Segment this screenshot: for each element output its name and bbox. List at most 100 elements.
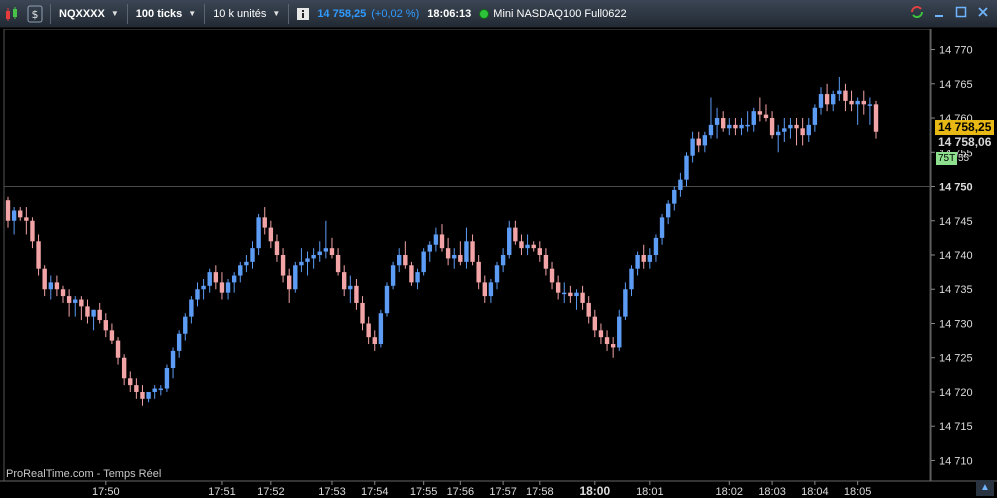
y-tick-label: 14 720	[939, 387, 973, 399]
candlestick-chart[interactable]: 14 77014 76514 76014 75514 75014 74514 7…	[0, 29, 997, 498]
x-tick-label: 17:56	[447, 486, 475, 498]
candle-body	[97, 309, 102, 321]
y-tick-label: 14 730	[939, 318, 973, 330]
candle-body	[109, 330, 115, 341]
candle-body	[66, 296, 72, 303]
candle-body	[103, 320, 109, 331]
candle-body	[445, 248, 451, 259]
candle-body	[354, 285, 359, 303]
units-dropdown[interactable]: 10 k unités ▼	[209, 3, 284, 25]
candle-body	[769, 118, 775, 136]
candle-body	[635, 255, 640, 269]
candle-body	[488, 282, 494, 297]
candle-body	[592, 316, 598, 331]
x-tick-label: 17:55	[410, 486, 438, 498]
clock-time: 18:06:13	[427, 7, 472, 20]
candle-body	[384, 285, 390, 314]
dollar-settings-icon[interactable]: $	[24, 3, 46, 25]
candle-body	[476, 261, 481, 283]
candle-body	[653, 237, 659, 255]
candle-body	[873, 104, 879, 132]
x-tick-label: 17:54	[361, 486, 389, 498]
candle-body	[11, 210, 17, 221]
toolbar-separator	[50, 3, 51, 24]
candle-body	[623, 289, 628, 317]
info-icon[interactable]	[293, 3, 313, 25]
symbol-label: NQXXXX	[59, 7, 105, 20]
candle-body	[641, 255, 646, 262]
tick-count-suffix: 55	[958, 153, 970, 164]
y-tick-label: 14 735	[939, 284, 973, 296]
candlestick-type-icon[interactable]	[0, 3, 24, 25]
refresh-arrows-icon[interactable]	[909, 4, 925, 20]
candle-body	[610, 344, 616, 348]
candle-body	[470, 241, 475, 262]
candle-body	[831, 94, 836, 105]
candle-body	[696, 138, 701, 146]
y-tick-label: 14 745	[939, 216, 973, 228]
candle-body	[433, 234, 439, 245]
symbol-dropdown[interactable]: NQXXXX ▼	[55, 3, 123, 25]
x-tick-label: 17:57	[489, 486, 517, 498]
window-controls	[909, 4, 991, 20]
candle-body	[843, 90, 848, 101]
candle-body	[818, 94, 824, 108]
maximize-icon[interactable]	[953, 4, 969, 20]
candle-body	[280, 255, 286, 276]
candle-body	[531, 244, 536, 249]
candle-body	[372, 337, 377, 345]
candle-body	[812, 107, 818, 125]
x-tick-label: 17:50	[92, 486, 120, 498]
candle-body	[42, 268, 47, 290]
candle-body	[806, 124, 811, 136]
candle-body	[48, 282, 53, 290]
candle-body	[73, 299, 78, 303]
candle-body	[360, 302, 365, 324]
chevron-down-icon: ▼	[110, 9, 119, 18]
candle-body	[79, 299, 84, 307]
y-tick-label: 14 765	[939, 79, 973, 91]
toolbar-separator	[288, 3, 290, 24]
candle-body	[134, 385, 139, 392]
candle-body	[244, 261, 249, 266]
candle-body	[580, 292, 585, 303]
candle-body	[286, 275, 292, 290]
candle-body	[574, 292, 579, 297]
x-tick-label: 17:51	[208, 486, 236, 498]
candle-body	[341, 272, 347, 290]
candle-body	[390, 265, 396, 286]
candle-body	[739, 124, 744, 129]
candle-body	[213, 272, 219, 283]
candle-body	[775, 131, 781, 136]
candle-body	[439, 234, 445, 249]
price-chart[interactable]: 14 77014 76514 76014 75514 75014 74514 7…	[0, 29, 997, 498]
last-price-tag: 14 758,25	[935, 120, 995, 135]
candle-body	[18, 210, 23, 218]
tick-count-badge: 75T	[936, 152, 958, 165]
candle-body	[397, 255, 402, 266]
svg-text:$: $	[32, 8, 39, 21]
candle-body	[311, 255, 316, 259]
minimize-icon[interactable]	[931, 4, 947, 20]
close-icon[interactable]	[975, 4, 991, 20]
candle-body	[757, 111, 763, 115]
candle-body	[720, 118, 726, 129]
candle-body	[586, 302, 591, 317]
status-dot-icon	[479, 8, 490, 19]
candle-body	[366, 323, 371, 338]
candle-body	[525, 244, 530, 249]
scroll-to-top-icon[interactable]: ▲	[976, 480, 994, 496]
candle-body	[121, 357, 127, 379]
candle-body	[176, 333, 182, 351]
candle-body	[54, 282, 60, 290]
candle-body	[708, 124, 714, 136]
candle-body	[329, 248, 335, 255]
candle-body	[458, 255, 463, 262]
candle-body	[604, 337, 610, 345]
candle-body	[788, 124, 793, 129]
candle-body	[702, 135, 708, 146]
candle-body	[555, 282, 561, 293]
interval-dropdown[interactable]: 100 ticks ▼	[132, 3, 200, 25]
candle-body	[513, 227, 518, 242]
x-tick-label: 18:05	[844, 486, 872, 498]
